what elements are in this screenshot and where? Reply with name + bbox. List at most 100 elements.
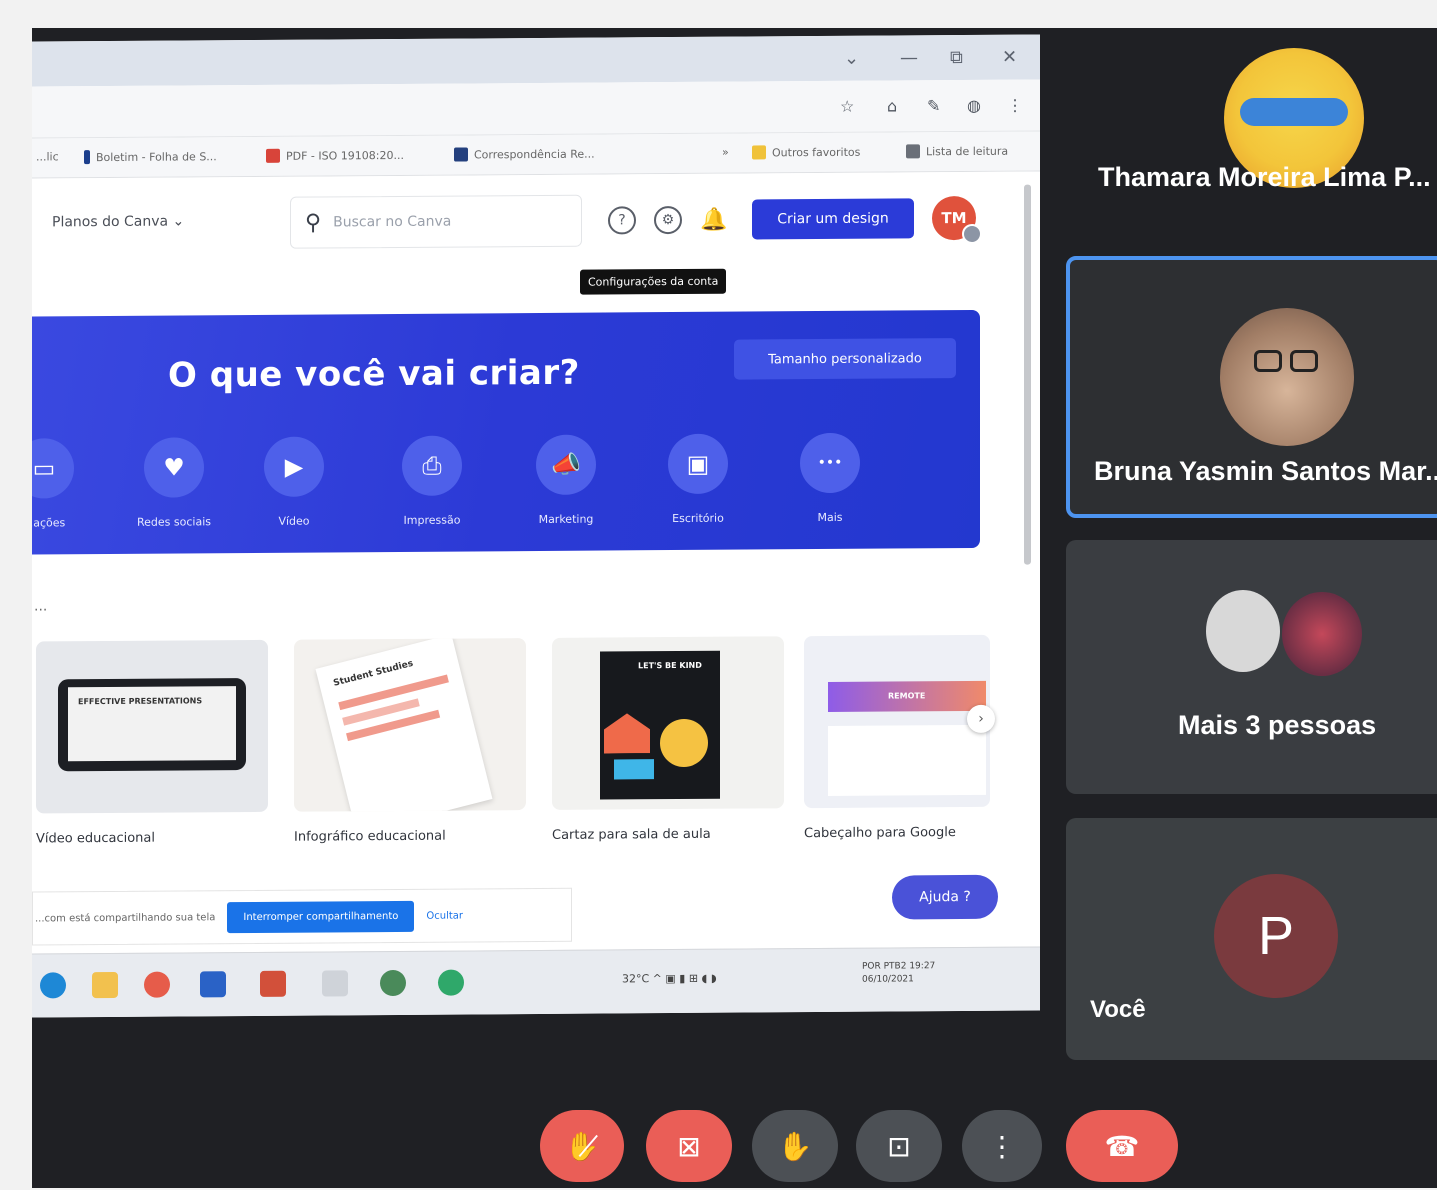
template-card[interactable]: Student Studies Infográfico educacional bbox=[294, 638, 526, 845]
restore-icon[interactable]: ⧉ bbox=[950, 47, 963, 68]
custom-size-button[interactable]: Tamanho personalizado bbox=[734, 338, 956, 380]
bookmarks-overflow[interactable]: » bbox=[722, 146, 729, 159]
template-caption: Cartaz para sala de aula bbox=[552, 826, 711, 843]
bookmark-label: Outros favoritos bbox=[772, 145, 861, 159]
account-settings-tooltip: Configurações da conta bbox=[580, 268, 727, 295]
powerpoint-icon[interactable] bbox=[260, 970, 286, 997]
category-office[interactable]: ▣ Escritório bbox=[638, 433, 758, 525]
word-icon[interactable] bbox=[200, 971, 226, 998]
category-label: Escritório bbox=[672, 511, 724, 526]
help-icon[interactable]: ? bbox=[608, 206, 636, 235]
megaphone-icon: 📣 bbox=[536, 434, 596, 495]
bookmark-item[interactable]: Outros favoritos bbox=[752, 145, 860, 160]
category-label: ...ações bbox=[32, 516, 66, 530]
gear-icon[interactable]: ⚙ bbox=[654, 205, 682, 235]
template-thumbnail: EFFECTIVE PRESENTATIONS bbox=[36, 639, 268, 814]
edge-icon[interactable] bbox=[40, 972, 66, 999]
category-marketing[interactable]: 📣 Marketing bbox=[506, 434, 626, 526]
plans-menu[interactable]: Planos do Canva ⌄ bbox=[52, 213, 184, 230]
chevron-right-icon[interactable]: › bbox=[967, 704, 995, 733]
time-text: 19:27 bbox=[909, 961, 936, 972]
raise-hand-icon[interactable]: ✋ bbox=[752, 1110, 838, 1182]
thumbnail-text: REMOTE bbox=[828, 680, 986, 712]
extension-icon[interactable]: ⌂ bbox=[887, 96, 897, 115]
clock[interactable]: POR PTB2 19:27 06/10/2021 bbox=[862, 960, 935, 987]
participant-name: Thamara Moreira Lima P... bbox=[1098, 162, 1431, 192]
category-print[interactable]: ⎙ Impressão bbox=[372, 435, 492, 527]
category-label: Vídeo bbox=[278, 514, 310, 528]
windows-taskbar: 32°C ^ ▣ ▮ ⊞ ◖ ◗ POR PTB2 19:27 06/10/20… bbox=[32, 946, 1040, 1018]
participant-tile[interactable]: Thamara Moreira Lima P... bbox=[1066, 30, 1437, 240]
stop-sharing-button[interactable]: Interromper compartilhamento bbox=[227, 900, 415, 933]
mic-off-icon[interactable]: ✋̸ bbox=[540, 1110, 624, 1182]
category-label: Marketing bbox=[538, 512, 594, 526]
language-indicator: POR PTB2 bbox=[862, 961, 907, 972]
minimize-icon[interactable]: — bbox=[900, 47, 918, 68]
shared-screen-browser: ⌄ — ⧉ ✕ ☆ ⌂ ✎ ◍ ⋮ ...lic Boletim - Folha… bbox=[32, 34, 1040, 1018]
system-tray[interactable]: 32°C ^ ▣ ▮ ⊞ ◖ ◗ bbox=[622, 972, 717, 986]
mail-icon bbox=[454, 147, 468, 162]
profile-icon[interactable]: ◍ bbox=[967, 96, 981, 115]
star-icon[interactable]: ☆ bbox=[840, 97, 854, 116]
search-icon: ⚲ bbox=[305, 210, 322, 236]
bookmark-item[interactable]: Boletim - Folha de S... bbox=[84, 149, 217, 165]
end-call-icon[interactable]: ☎ bbox=[1066, 1110, 1178, 1182]
thumbnail-text: Student Studies bbox=[332, 658, 415, 689]
camera-off-icon[interactable]: ⊠ bbox=[646, 1110, 732, 1182]
bookmark-item[interactable]: ...lic bbox=[36, 150, 59, 163]
create-design-button[interactable]: Criar um design bbox=[752, 198, 914, 240]
more-options-icon[interactable]: ⋮ bbox=[962, 1110, 1042, 1182]
category-label: Mais bbox=[817, 510, 843, 525]
bookmark-item[interactable]: Lista de leitura bbox=[906, 144, 1008, 159]
house-shape bbox=[604, 713, 650, 753]
category-presentations[interactable]: ▭ ...ações bbox=[32, 438, 104, 530]
template-card[interactable]: REMOTE Cabeçalho para Google bbox=[804, 634, 990, 841]
video-icon: ▶ bbox=[264, 436, 324, 497]
self-tile[interactable]: P Você bbox=[1066, 818, 1437, 1060]
thumbnail-text: LET'S BE KIND bbox=[638, 660, 702, 671]
category-video[interactable]: ▶ Vídeo bbox=[234, 436, 354, 528]
browser-menu-icon[interactable]: ⋮ bbox=[1007, 96, 1023, 115]
canva-header: Planos do Canva ⌄ ⚲ Buscar no Canva ? ⚙ … bbox=[32, 171, 1040, 259]
heart-icon: ♥ bbox=[144, 437, 204, 498]
bell-icon[interactable]: 🔔 bbox=[700, 206, 728, 234]
file-explorer-icon[interactable] bbox=[92, 971, 118, 999]
avatar[interactable]: TM bbox=[932, 195, 982, 245]
category-more[interactable]: ••• Mais bbox=[770, 432, 890, 525]
present-icon[interactable]: ⊡ bbox=[856, 1110, 942, 1182]
bookmarks-bar: ...lic Boletim - Folha de S... PDF - ISO… bbox=[32, 131, 1040, 179]
mask-shape bbox=[1240, 98, 1348, 126]
search-input[interactable]: ⚲ Buscar no Canva bbox=[290, 194, 582, 249]
category-social[interactable]: ♥ Redes sociais bbox=[114, 437, 234, 529]
hide-button[interactable]: Ocultar bbox=[426, 910, 463, 921]
minimize-tabs-icon[interactable]: ⌄ bbox=[844, 48, 859, 69]
participant-avatar bbox=[1282, 592, 1362, 676]
glasses-shape bbox=[1290, 350, 1318, 372]
chrome-icon[interactable] bbox=[380, 969, 406, 997]
printer-icon: ⎙ bbox=[402, 435, 462, 496]
bookmark-item[interactable]: PDF - ISO 19108:20... bbox=[266, 148, 404, 163]
participant-name: Você bbox=[1090, 996, 1146, 1023]
scrollbar[interactable] bbox=[1024, 184, 1031, 565]
puzzle-icon[interactable]: ✎ bbox=[927, 96, 940, 115]
template-thumbnail: Student Studies bbox=[294, 638, 526, 812]
more-participants-tile[interactable]: Mais 3 pessoas bbox=[1066, 540, 1437, 794]
app-icon[interactable] bbox=[144, 971, 170, 998]
template-card[interactable]: LET'S BE KIND Cartaz para sala de aula bbox=[552, 636, 784, 843]
bookmark-item[interactable]: Correspondência Re... bbox=[454, 147, 595, 162]
infographic-sheet: Student Studies bbox=[315, 638, 493, 812]
spotify-icon[interactable] bbox=[438, 969, 464, 996]
participant-avatar bbox=[1206, 590, 1280, 672]
page-shape bbox=[828, 724, 986, 796]
folha-icon bbox=[84, 150, 90, 165]
bookmark-label: PDF - ISO 19108:20... bbox=[286, 148, 404, 163]
template-caption: Vídeo educacional bbox=[36, 830, 155, 847]
category-label: Impressão bbox=[403, 513, 461, 527]
participant-tile-active[interactable]: Bruna Yasmin Santos Mar... bbox=[1066, 256, 1437, 518]
close-window-icon[interactable]: ✕ bbox=[1002, 47, 1017, 68]
template-card[interactable]: EFFECTIVE PRESENTATIONS Vídeo educaciona… bbox=[36, 639, 268, 847]
app-icon[interactable] bbox=[322, 970, 348, 997]
search-placeholder: Buscar no Canva bbox=[333, 213, 452, 231]
hero-title: O que você vai criar? bbox=[168, 352, 580, 396]
help-button[interactable]: Ajuda ? bbox=[892, 874, 998, 920]
